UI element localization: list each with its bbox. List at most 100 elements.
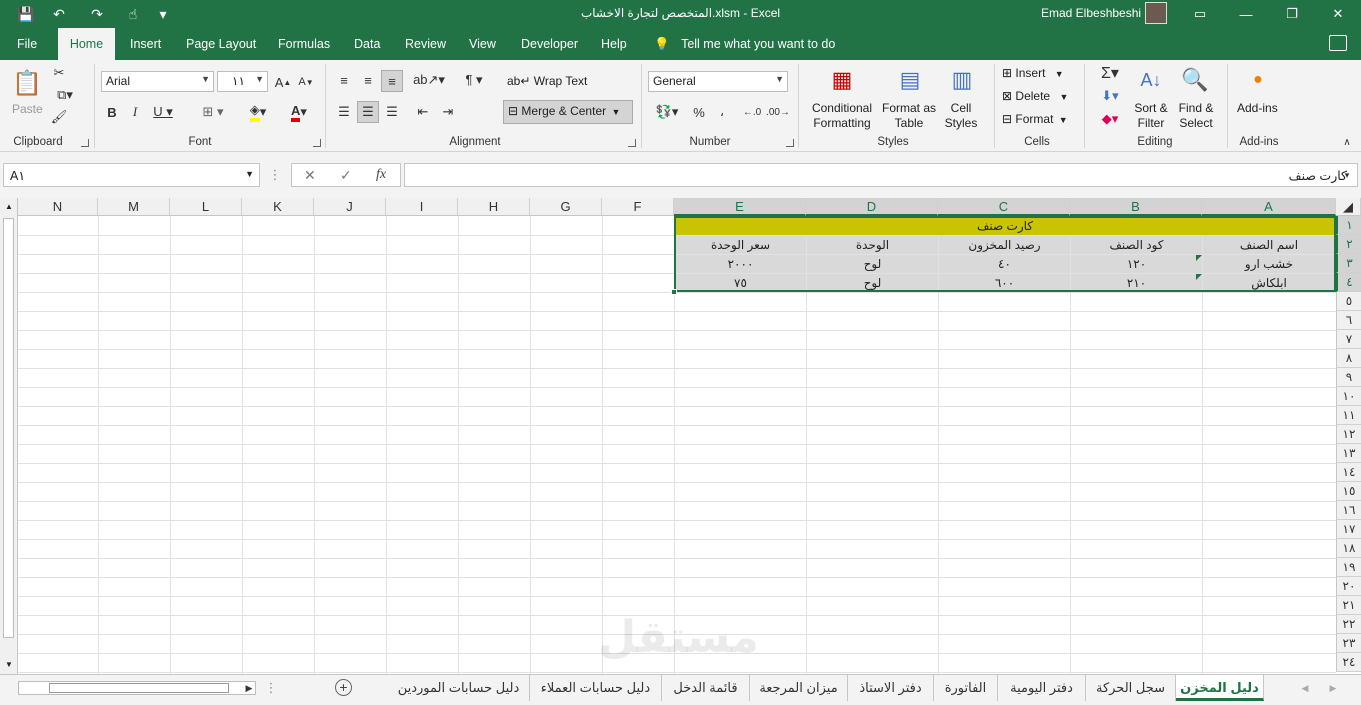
row-header[interactable]: ١ <box>1336 216 1361 235</box>
prev-sheet-icon[interactable]: ◀ <box>1298 680 1312 696</box>
user-name[interactable]: Emad Elbeshbeshi <box>1041 6 1141 20</box>
row-header[interactable]: ٩ <box>1336 368 1361 387</box>
borders-icon[interactable]: ⊞ ▾ <box>196 102 230 122</box>
align-left-icon[interactable]: ☰ <box>334 102 354 122</box>
decrease-decimal-icon[interactable]: .00→ <box>766 102 790 122</box>
sheet-tab[interactable]: دفتر الاستاذ <box>848 675 934 701</box>
align-top-icon[interactable]: ≡ <box>334 70 354 90</box>
row-header[interactable]: ١٨ <box>1336 539 1361 558</box>
horizontal-scrollbar[interactable] <box>18 681 256 695</box>
format-as-table-button[interactable]: Format as Table <box>880 101 938 131</box>
align-right-icon[interactable]: ☰ <box>382 102 402 122</box>
data-cell[interactable]: ٤٠ <box>939 255 1070 273</box>
more-options-icon[interactable]: ⋮ <box>268 166 282 184</box>
font-name-select[interactable]: Arial ▼ <box>101 71 214 92</box>
sort-filter-button[interactable]: Sort & Filter <box>1131 101 1171 131</box>
align-middle-icon[interactable]: ≡ <box>358 70 378 90</box>
spreadsheet-grid[interactable]: ▲ ▼ A B C D E F G H I J K L M N ◢ ١٢٣٤٥٦… <box>0 198 1361 674</box>
enter-icon[interactable]: ✓ <box>340 167 352 184</box>
row-header[interactable]: ٢٢ <box>1336 615 1361 634</box>
number-format-select[interactable]: General ▼ <box>648 71 788 92</box>
font-color-icon[interactable]: A ▾ <box>282 102 316 122</box>
data-cell[interactable]: خشب ارو <box>1203 255 1335 273</box>
expand-formula-icon[interactable]: ▾ <box>1340 169 1354 181</box>
fill-handle[interactable] <box>671 289 677 295</box>
cell-styles-button[interactable]: Cell Styles <box>936 101 986 131</box>
row-header[interactable]: ١٢ <box>1336 425 1361 444</box>
row-header[interactable]: ١٥ <box>1336 482 1361 501</box>
collapse-ribbon-icon[interactable]: ∧ <box>1340 136 1354 148</box>
paste-button[interactable]: Paste <box>12 102 43 116</box>
tab-insert[interactable]: Insert <box>130 28 161 60</box>
alignment-launcher-icon[interactable] <box>628 139 636 147</box>
increase-indent-icon[interactable]: ⇥ <box>437 102 459 122</box>
conditional-formatting-icon[interactable]: ▦ <box>826 64 858 96</box>
comma-style-icon[interactable]: ، <box>713 102 731 122</box>
select-all-corner[interactable]: ◢ <box>1336 198 1361 216</box>
column-header-h[interactable]: H <box>458 198 530 216</box>
column-header-e[interactable]: E <box>674 198 806 216</box>
merge-center-button[interactable]: ⊟ Merge & Center ▼ <box>503 100 633 124</box>
column-header-j[interactable]: J <box>314 198 386 216</box>
scroll-down-icon[interactable]: ▼ <box>3 660 15 672</box>
align-center-icon[interactable]: ☰ <box>357 101 379 123</box>
name-box[interactable]: A١ ▼ <box>3 163 260 187</box>
vertical-scrollbar[interactable]: ▲ ▼ <box>0 198 18 674</box>
restore-icon[interactable]: ❐ <box>1269 2 1315 26</box>
scroll-right-icon[interactable]: ▶ <box>242 680 256 696</box>
sheet-tab[interactable]: الفاتورة <box>934 675 998 701</box>
row-header[interactable]: ١٩ <box>1336 558 1361 577</box>
tab-developer[interactable]: Developer <box>521 28 578 60</box>
wrap-text-button[interactable]: ab↵ Wrap Text <box>507 74 587 88</box>
accounting-format-icon[interactable]: 💱▾ <box>650 102 684 122</box>
clipboard-launcher-icon[interactable] <box>81 139 89 147</box>
splitter-icon[interactable]: ⋮ <box>265 680 278 696</box>
column-header-k[interactable]: K <box>242 198 314 216</box>
row-header[interactable]: ١٦ <box>1336 501 1361 520</box>
row-header[interactable]: ٤ <box>1336 273 1361 292</box>
number-launcher-icon[interactable] <box>786 139 794 147</box>
percent-icon[interactable]: % <box>690 102 708 122</box>
column-header-d[interactable]: D <box>806 198 938 216</box>
sheet-tab-active[interactable]: دليل المخزن <box>1176 675 1264 701</box>
header-cell[interactable]: الوحدة <box>807 236 938 254</box>
tab-view[interactable]: View <box>469 28 496 60</box>
tab-help[interactable]: Help <box>601 28 627 60</box>
format-painter-icon[interactable]: 🖌 <box>50 108 68 126</box>
column-header-i[interactable]: I <box>386 198 458 216</box>
row-header[interactable]: ٥ <box>1336 292 1361 311</box>
data-cell[interactable]: ١٢٠ <box>1071 255 1202 273</box>
fill-color-icon[interactable]: ◈ ▾ <box>241 102 275 122</box>
find-select-icon[interactable]: 🔍 <box>1180 64 1210 96</box>
comments-icon[interactable] <box>1329 35 1347 51</box>
row-header[interactable]: ١٣ <box>1336 444 1361 463</box>
sheet-title-cell[interactable]: كارت صنف <box>675 217 1335 235</box>
copy-icon[interactable]: ⧉▾ <box>50 86 80 104</box>
data-cell[interactable]: لوح <box>807 255 938 273</box>
sheet-tab[interactable]: دفتر اليومية <box>998 675 1086 701</box>
row-header[interactable]: ٢٣ <box>1336 634 1361 653</box>
row-header[interactable]: ١٠ <box>1336 387 1361 406</box>
tab-formulas[interactable]: Formulas <box>278 28 330 60</box>
add-sheet-icon[interactable]: + <box>335 679 352 696</box>
number-as-text-indicator[interactable] <box>1196 255 1202 261</box>
column-header-g[interactable]: G <box>530 198 602 216</box>
column-header-b[interactable]: B <box>1070 198 1202 216</box>
row-header[interactable]: ٢٤ <box>1336 653 1361 672</box>
decrease-font-icon[interactable]: A ▼ <box>296 72 316 92</box>
add-ins-icon[interactable]: ● <box>1246 68 1270 92</box>
data-cell[interactable]: لوح <box>807 274 938 292</box>
row-header[interactable]: ٢١ <box>1336 596 1361 615</box>
decrease-indent-icon[interactable]: ⇤ <box>412 102 434 122</box>
italic-icon[interactable]: I <box>127 102 143 122</box>
column-header-c[interactable]: C <box>938 198 1070 216</box>
data-cell[interactable]: ابلكاش <box>1203 274 1335 292</box>
formula-input[interactable]: كارت صنف <box>404 163 1358 187</box>
clear-icon[interactable]: ◆▾ <box>1094 110 1126 128</box>
insert-function-icon[interactable]: fx <box>376 167 386 183</box>
data-cell[interactable]: ٧٥ <box>675 274 806 292</box>
scrollbar-thumb[interactable] <box>3 218 14 638</box>
sheet-tab[interactable]: دليل حسابات الموردين <box>388 675 530 701</box>
row-header[interactable]: ٧ <box>1336 330 1361 349</box>
format-as-table-icon[interactable]: ▤ <box>894 64 926 96</box>
